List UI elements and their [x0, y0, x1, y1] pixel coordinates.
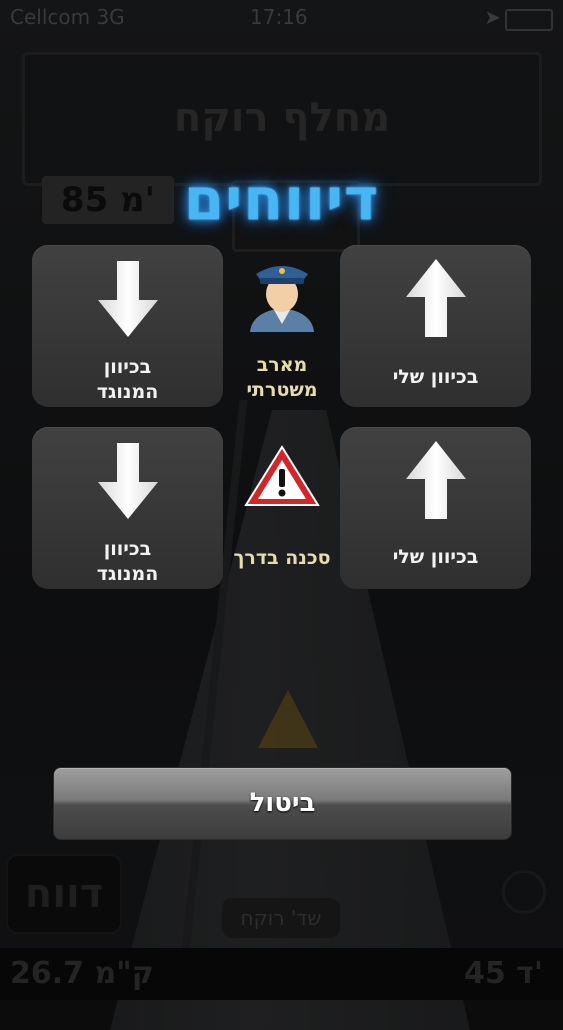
gps-icon: [502, 870, 546, 914]
police-trap-label: מארב משטרתי: [246, 354, 318, 401]
car-position-icon: [258, 690, 318, 748]
tile-label: בכיוון שלי: [392, 366, 479, 388]
status-time: 17:16: [250, 5, 308, 29]
remaining-distance: 26.7 ק"מ: [10, 956, 154, 991]
warning-triangle-icon: [244, 445, 320, 506]
hazard-opposite-direction-button[interactable]: בכיוון המנוגד: [32, 427, 223, 589]
police-my-direction-button[interactable]: בכיוון שלי: [340, 245, 531, 407]
status-carrier: Cellcom 3G: [10, 5, 125, 29]
dialog-title: דיווחים: [183, 165, 380, 233]
tile-label: בכיוון המנוגד: [96, 538, 159, 585]
tile-label: בכיוון המנוגד: [96, 356, 159, 403]
report-button-background: דווח: [6, 854, 122, 934]
remaining-time: 45 ד': [463, 956, 543, 991]
cancel-button[interactable]: ביטול: [53, 767, 512, 840]
bottom-info-bar: 26.7 ק"מ 45 ד': [0, 948, 563, 1000]
next-street-name: מחלף רוקח: [173, 95, 391, 141]
status-bar: Cellcom 3G 17:16 ➤: [0, 0, 563, 34]
road-hazard-label: סכנה בדרך: [233, 547, 331, 569]
police-officer-icon: [250, 266, 314, 332]
battery-icon: [505, 9, 553, 31]
tile-label: בכיוון שלי: [392, 546, 479, 568]
current-street-label: שד' רוקח: [222, 898, 340, 938]
hazard-my-direction-button[interactable]: בכיוון שלי: [340, 427, 531, 589]
location-icon: ➤: [484, 5, 501, 29]
police-opposite-direction-button[interactable]: בכיוון המנוגד: [32, 245, 223, 407]
